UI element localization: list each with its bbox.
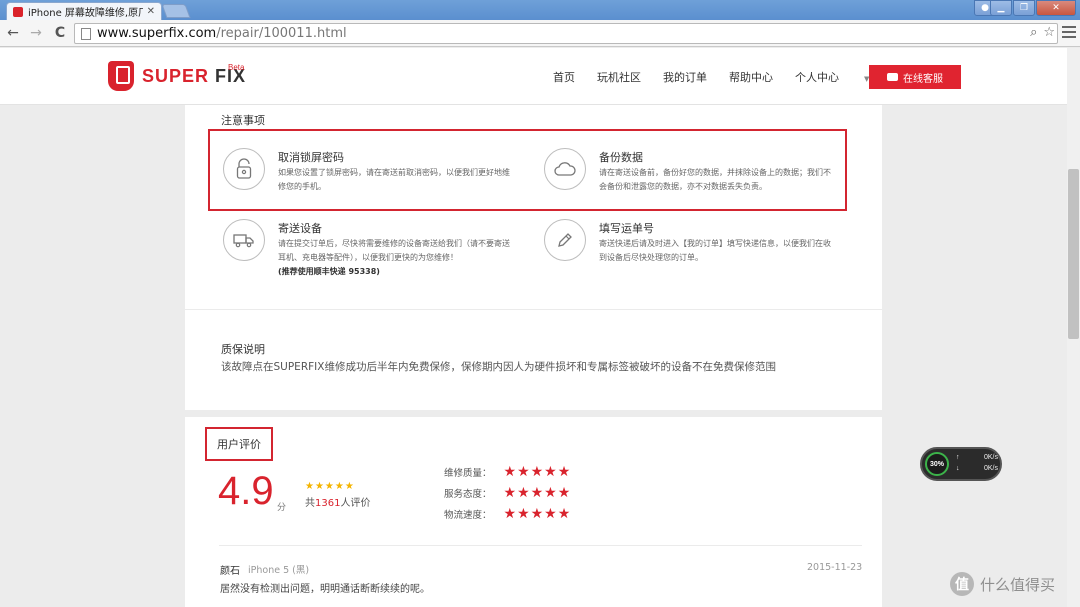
browser-toolbar: ← → C www.superfix.com /repair/100011.ht… xyxy=(0,20,1080,47)
courier-recommendation: (推荐使用顺丰快递 95338) xyxy=(278,267,380,276)
window-controls: ▁ ❐ ✕ xyxy=(989,0,1076,16)
network-usage-gauge: 30% xyxy=(925,452,949,476)
reviewer-device: iPhone 5 (黑) xyxy=(248,565,310,576)
rating-stars: ★★★★★ xyxy=(503,485,572,501)
upload-speed: ↑ 0K/s xyxy=(956,454,998,461)
note-item-title: 备份数据 xyxy=(599,151,643,164)
url-path: /repair/100011.html xyxy=(216,26,347,41)
notes-title: 注意事项 xyxy=(221,114,265,127)
upload-speed-value: 0K/s xyxy=(983,454,998,461)
note-item-desc-text: 请在提交订单后，尽快将需要维修的设备寄送给我们（请不要寄送耳机、充电器等配件），… xyxy=(278,239,510,262)
online-service-button[interactable]: 在线客服 xyxy=(869,65,961,89)
address-bar[interactable]: www.superfix.com /repair/100011.html ⌕ ☆ xyxy=(74,23,1058,44)
nav-personal-center-label: 个人中心 xyxy=(795,71,839,84)
tab-close-icon[interactable]: ✕ xyxy=(147,6,155,17)
truck-icon xyxy=(223,219,265,261)
nav-my-orders[interactable]: 我的订单 xyxy=(663,69,707,85)
superfix-favicon-icon xyxy=(13,6,23,17)
online-service-label: 在线客服 xyxy=(903,73,943,85)
rating-label: 服务态度： xyxy=(444,489,492,500)
cloud-icon xyxy=(544,148,586,190)
close-window-icon[interactable]: ✕ xyxy=(1036,0,1076,16)
scrollbar-thumb[interactable] xyxy=(1068,169,1079,339)
page-icon xyxy=(81,27,91,40)
reviews-title: 用户评价 xyxy=(205,427,273,461)
nav-help-center[interactable]: 帮助中心 xyxy=(729,69,773,85)
browser-menu-icon[interactable] xyxy=(1062,26,1076,40)
note-item-desc: 请在寄送设备前，备份好您的数据，并抹除设备上的数据；我们不会备份和泄露您的数据，… xyxy=(599,168,831,191)
search-icon[interactable]: ⌕ xyxy=(1030,25,1037,40)
rating-stars: ★★★★★ xyxy=(503,506,572,522)
notes-card: 注意事项 取消锁屏密码 如果您设置了锁屏密码，请在寄送前取消密码，以便我们更好地… xyxy=(185,105,882,410)
reviews-card: 用户评价 4.9 分 ★★★★★ 共1361人评价 维修质量： ★★★★★ 服务… xyxy=(185,417,882,607)
review-count-prefix: 共 xyxy=(305,498,315,509)
forward-button[interactable]: → xyxy=(27,25,45,41)
url-host: www.superfix.com xyxy=(97,26,217,41)
logo-beta: Beta xyxy=(228,63,245,72)
pencil-icon xyxy=(544,219,586,261)
new-tab-button[interactable] xyxy=(161,4,191,18)
network-speed-widget[interactable]: 30% ↑ 0K/s ↓ 0K/s xyxy=(920,447,1002,481)
superfix-logo[interactable]: SUPER FIX Beta xyxy=(108,61,246,91)
watermark: 值 什么值得买 xyxy=(950,572,1055,596)
review-date: 2015-11-23 xyxy=(807,562,863,573)
section-divider xyxy=(185,309,882,310)
lock-icon xyxy=(223,148,265,190)
bookmark-star-icon[interactable]: ☆ xyxy=(1043,25,1055,40)
score-unit: 分 xyxy=(277,503,287,513)
overall-stars: ★★★★★ xyxy=(305,481,355,492)
rating-stars: ★★★★★ xyxy=(503,464,572,480)
nav-community[interactable]: 玩机社区 xyxy=(597,69,641,85)
download-speed-value: 0K/s xyxy=(983,465,998,472)
note-item-title: 填写运单号 xyxy=(599,222,654,235)
back-button[interactable]: ← xyxy=(4,25,22,41)
rating-label: 维修质量： xyxy=(444,468,492,479)
review-text: 居然没有检测出问题，明明通话断断续续的呢。 xyxy=(220,584,430,595)
tab-title: iPhone 屏幕故障维修,原厂 xyxy=(28,8,143,19)
warranty-text: 该故障点在SUPERFIX维修成功后半年内免费保修，保修期内因人为硬件损坏和专属… xyxy=(221,361,776,373)
note-item-desc: 如果您设置了锁屏密码，请在寄送前取消密码，以便我们更好地维修您的手机。 xyxy=(278,168,510,191)
note-item-desc: 请在提交订单后，尽快将需要维修的设备寄送给我们（请不要寄送耳机、充电器等配件），… xyxy=(278,237,513,279)
note-item-desc: 寄送快递后请及时进入【我的订单】填写快递信息，以便我们在收到设备后尽快处理您的订… xyxy=(599,239,831,262)
note-item-title: 取消锁屏密码 xyxy=(278,151,344,164)
rating-label: 物流速度： xyxy=(444,510,492,521)
minimize-icon[interactable]: ▁ xyxy=(990,0,1012,16)
chat-icon xyxy=(887,67,898,81)
main-nav: 首页 玩机社区 我的订单 帮助中心 个人中心 ▼ xyxy=(553,69,913,85)
watermark-logo-icon: 值 xyxy=(950,572,974,596)
review-count-number: 1361 xyxy=(315,498,341,509)
logo-super: SUPER xyxy=(142,65,210,86)
rating-row-service: 服务态度： ★★★★★ xyxy=(444,485,571,501)
page-scrollbar[interactable] xyxy=(1067,48,1080,607)
note-item-title: 寄送设备 xyxy=(278,222,322,235)
reload-button[interactable]: C xyxy=(51,25,69,41)
review-divider xyxy=(219,545,862,546)
upload-arrow-icon: ↑ xyxy=(956,454,960,461)
browser-tab[interactable]: iPhone 屏幕故障维修,原厂 ✕ xyxy=(6,2,162,20)
nav-home[interactable]: 首页 xyxy=(553,69,575,85)
review-count-suffix: 人评价 xyxy=(340,498,371,509)
watermark-text: 什么值得买 xyxy=(980,575,1056,594)
rating-row-quality: 维修质量： ★★★★★ xyxy=(444,464,571,480)
rating-row-logistics: 物流速度： ★★★★★ xyxy=(444,506,571,522)
restore-icon[interactable]: ❐ xyxy=(1013,0,1035,16)
download-arrow-icon: ↓ xyxy=(956,465,960,472)
review-count: 共1361人评价 xyxy=(305,494,370,509)
logo-phone-icon xyxy=(108,61,134,91)
warranty-title: 质保说明 xyxy=(221,343,265,356)
download-speed: ↓ 0K/s xyxy=(956,465,998,472)
site-header: SUPER FIX Beta 首页 玩机社区 我的订单 帮助中心 个人中心▼ 在… xyxy=(0,48,1080,105)
average-score: 4.9 xyxy=(218,469,274,513)
window-titlebar: iPhone 屏幕故障维修,原厂 ✕ ● ▁ ❐ ✕ xyxy=(0,0,1080,20)
reviewer-name: 颜石 xyxy=(220,566,240,577)
